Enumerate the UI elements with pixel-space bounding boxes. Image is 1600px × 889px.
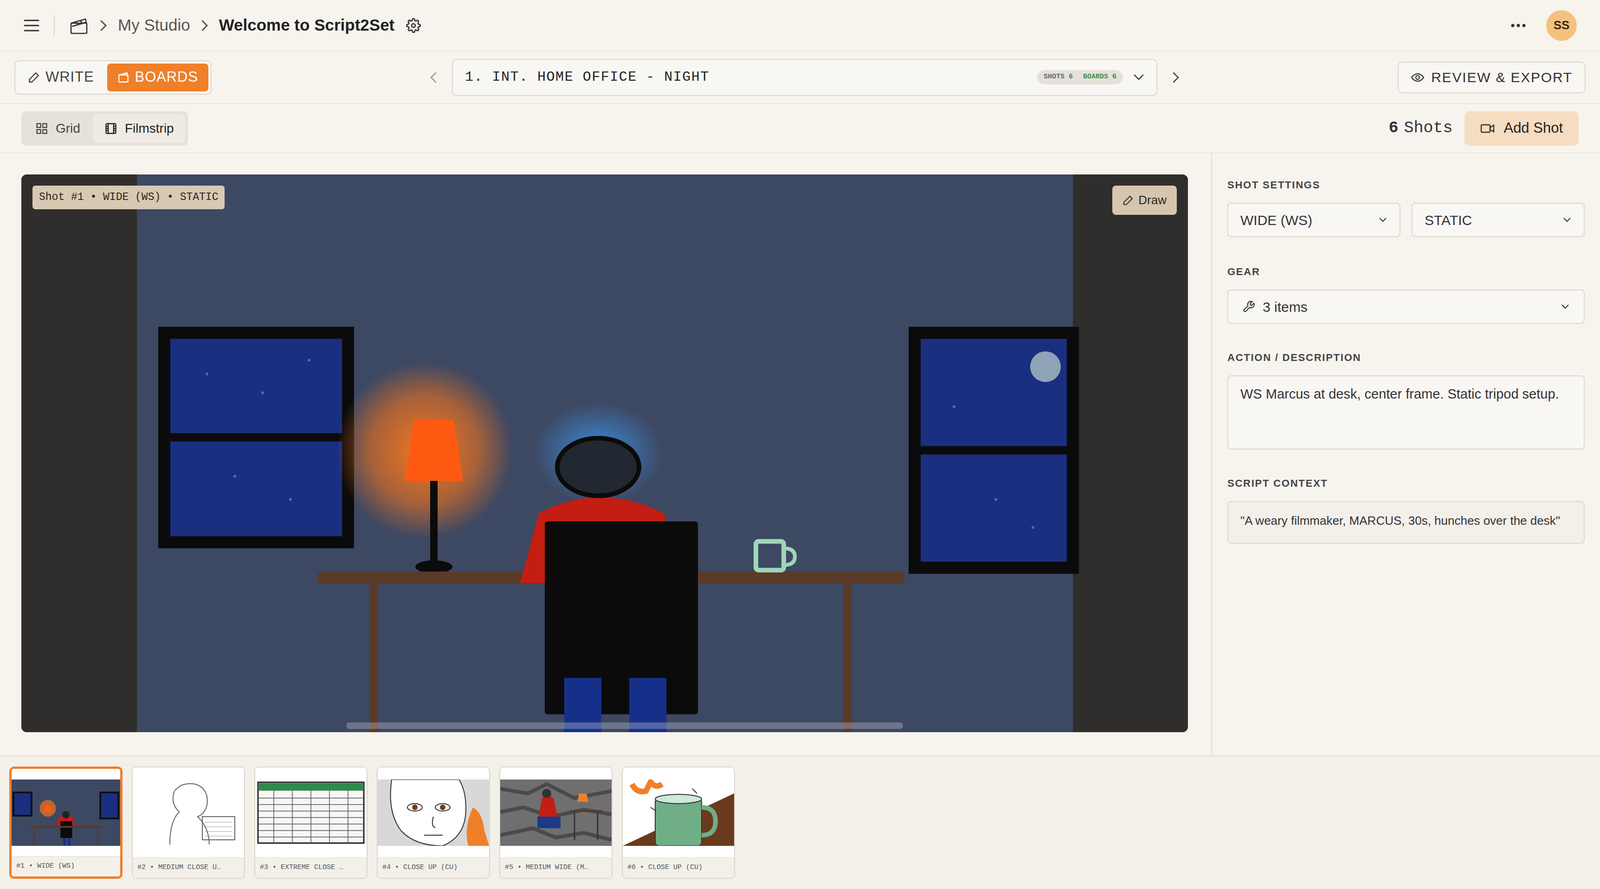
review-export-button[interactable]: REVIEW & EXPORT	[1397, 61, 1586, 94]
eye-icon	[1410, 72, 1425, 83]
gear-select[interactable]: 3 items	[1227, 289, 1585, 324]
chevron-down-icon	[1560, 303, 1570, 310]
scene-selector[interactable]: 1. INT. HOME OFFICE - NIGHT SHOTS 6 BOAR…	[451, 58, 1158, 97]
top-bar: My Studio Welcome to Script2Set SS	[0, 0, 1600, 52]
storyboard-icon	[117, 71, 130, 84]
chevron-down-icon[interactable]	[1133, 73, 1145, 82]
filmstrip-thumbnail[interactable]: #5 • MEDIUM WIDE (M…	[499, 766, 613, 879]
thumbnail-label: #2 • MEDIUM CLOSE U…	[132, 857, 245, 878]
chevron-down-icon	[1378, 216, 1388, 224]
filmstrip-thumbnail[interactable]: #4 • CLOSE UP (CU)	[376, 766, 491, 879]
view-tab[interactable]: Filmstrip	[93, 114, 186, 143]
shot-label: Shot #1 • WIDE (WS) • STATIC	[32, 185, 225, 210]
thumbnail-drawing	[377, 767, 490, 858]
thumbnail-drawing	[622, 767, 735, 858]
shot-count: 6 Shots	[1388, 116, 1453, 141]
shot-panel: SHOT SETTINGS WIDE (WS) STATIC GEAR 3 it…	[1211, 153, 1600, 756]
mode-toggle: WRITEBOARDS	[14, 60, 212, 95]
storyboard-drawing	[21, 174, 1188, 733]
thumbnail-label: #6 • CLOSE UP (CU)	[622, 857, 735, 878]
scene-bar: WRITEBOARDS 1. INT. HOME OFFICE - NIGHT …	[0, 51, 1600, 104]
filmstrip-thumbnail[interactable]: #6 • CLOSE UP (CU)	[621, 766, 736, 879]
more-icon[interactable]	[1509, 16, 1528, 35]
section-label: SCRIPT CONTEXT	[1227, 475, 1585, 491]
section-label: GEAR	[1227, 264, 1585, 280]
menu-icon[interactable]	[23, 17, 40, 34]
video-camera-icon	[1480, 122, 1496, 135]
pencil-icon	[1122, 194, 1134, 207]
chevron-right-icon	[200, 19, 209, 32]
thumbnail-drawing	[132, 767, 245, 858]
view-bar: GridFilmstrip 6 Shots Add Shot	[0, 103, 1600, 154]
filmstrip-thumbnail[interactable]: #1 • WIDE (WS)	[9, 766, 123, 879]
chevron-down-icon	[1562, 216, 1572, 224]
clapperboard-icon[interactable]	[68, 15, 90, 36]
section-label: SHOT SETTINGS	[1227, 177, 1585, 193]
previous-scene-icon[interactable]	[424, 68, 443, 87]
section-label: ACTION / DESCRIPTION	[1227, 349, 1585, 366]
script-context-box: "A weary filmmaker, MARCUS, 30s, hunches…	[1227, 501, 1585, 544]
view-tab[interactable]: Grid	[24, 114, 92, 143]
chevron-right-icon	[99, 19, 108, 32]
filmstrip-thumbnail[interactable]: #3 • EXTREME CLOSE …	[254, 766, 368, 879]
filmstrip: #1 • WIDE (WS) #2 • MEDIUM CLOSE U… #3 • E…	[0, 755, 1600, 889]
view-toggle: GridFilmstrip	[21, 111, 188, 146]
shots-badge: SHOTS 6	[1040, 71, 1076, 83]
storyboard-canvas[interactable]: Shot #1 • WIDE (WS) • STATIC Draw	[21, 174, 1188, 733]
shot-size-select[interactable]: WIDE (WS)	[1227, 202, 1401, 238]
thumbnail-label: #5 • MEDIUM WIDE (M…	[500, 857, 612, 878]
next-scene-icon[interactable]	[1166, 68, 1186, 87]
boards-badge: BOARDS 6	[1080, 71, 1120, 83]
thumbnail-label: #1 • WIDE (WS)	[11, 856, 121, 877]
filmstrip-thumbnail[interactable]: #2 • MEDIUM CLOSE U…	[131, 766, 246, 879]
movement-select[interactable]: STATIC	[1411, 202, 1585, 238]
thumbnail-drawing	[255, 767, 367, 858]
pencil-icon	[27, 71, 40, 84]
add-shot-button[interactable]: Add Shot	[1464, 111, 1579, 146]
grid-icon	[35, 122, 49, 136]
wrench-icon	[1242, 300, 1256, 314]
filmstrip-icon	[104, 122, 118, 136]
thumbnail-label: #4 • CLOSE UP (CU)	[377, 857, 490, 878]
mode-tab[interactable]: WRITE	[17, 63, 105, 92]
thumbnail-label: #3 • EXTREME CLOSE …	[255, 857, 367, 878]
thumbnail-drawing	[11, 768, 121, 857]
gear-icon[interactable]	[405, 17, 422, 34]
studio-link[interactable]: My Studio	[117, 12, 191, 38]
project-title: Welcome to Script2Set	[219, 12, 395, 38]
user-avatar[interactable]: SS	[1546, 10, 1577, 41]
scene-title: 1. INT. HOME OFFICE - NIGHT	[464, 66, 710, 88]
thumbnail-drawing	[500, 767, 612, 858]
mode-tab[interactable]: BOARDS	[107, 63, 209, 92]
action-textarea[interactable]: WS Marcus at desk, center frame. Static …	[1227, 375, 1585, 450]
draw-button[interactable]: Draw	[1112, 185, 1177, 215]
